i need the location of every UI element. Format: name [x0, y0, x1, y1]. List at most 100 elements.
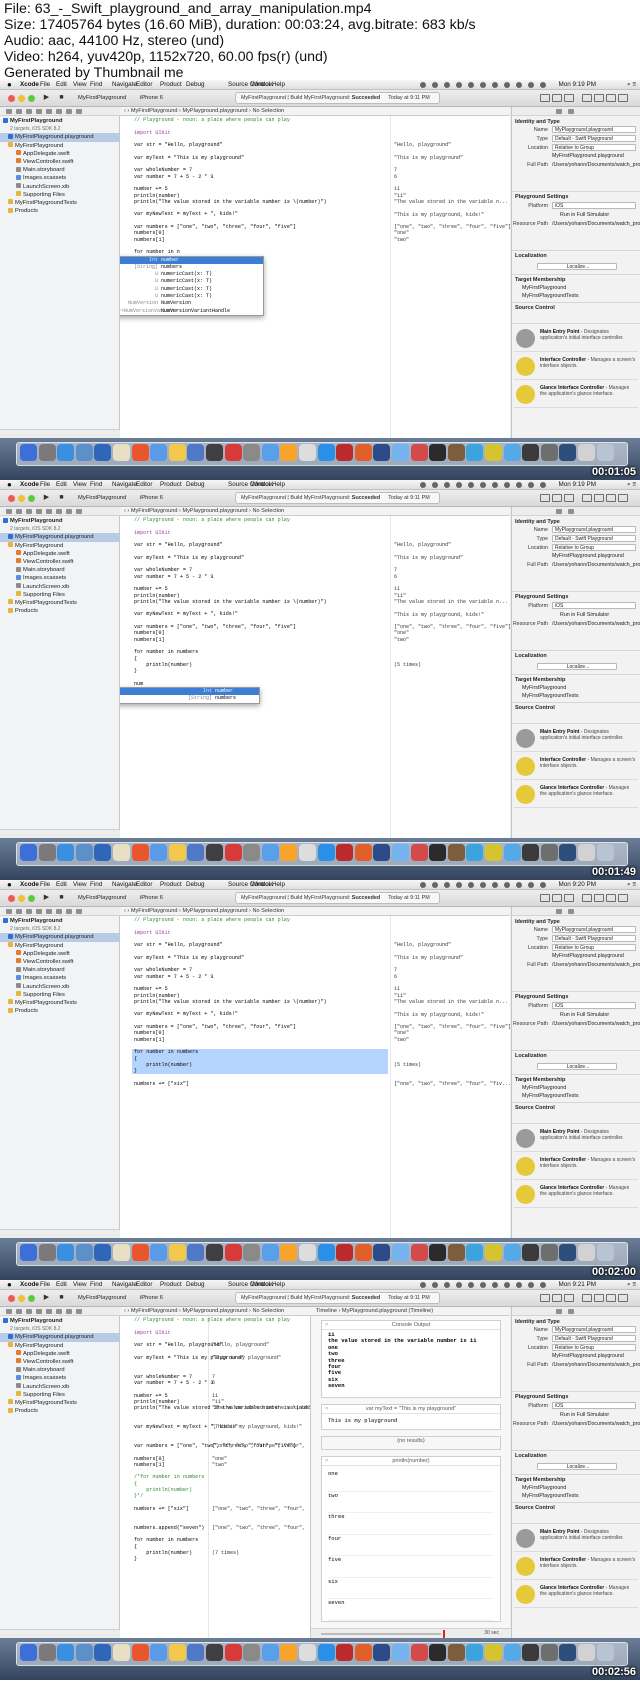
editor-mode-icon[interactable]	[540, 94, 550, 102]
dock-app-icon[interactable]	[373, 444, 391, 461]
menu-item[interactable]: Product	[160, 480, 182, 490]
dock-app-icon[interactable]	[540, 1244, 558, 1261]
dock-app-icon[interactable]	[559, 1644, 577, 1661]
navigator-item[interactable]: MyFirstPlayground	[0, 1342, 120, 1350]
menu-item[interactable]: Find	[90, 80, 102, 90]
inspector-tab-icon[interactable]	[556, 509, 562, 514]
dock-app-icon[interactable]	[168, 1244, 186, 1261]
dock-app-icon[interactable]	[559, 1244, 577, 1261]
autocomplete-item[interactable]: Int number	[120, 256, 263, 264]
dock-app-icon[interactable]	[280, 1644, 298, 1661]
dock-app-icon[interactable]	[485, 1244, 502, 1261]
close-window-icon[interactable]	[8, 95, 15, 102]
result-value[interactable]: 6	[394, 574, 397, 580]
dock-app-icon[interactable]	[150, 1244, 168, 1261]
status-icon[interactable]	[528, 482, 534, 488]
status-icon[interactable]	[480, 482, 486, 488]
platform-select[interactable]: iOS	[552, 602, 636, 609]
menu-item[interactable]: File	[40, 80, 50, 90]
jump-project[interactable]: MyFirstPlayground	[131, 108, 178, 114]
dock-app-icon[interactable]	[299, 1244, 316, 1261]
device-selector[interactable]: iPhone 6	[140, 493, 163, 503]
target-membership-2[interactable]: MyFirstPlaygroundTests	[522, 1493, 579, 1499]
status-icon[interactable]	[480, 1282, 486, 1288]
menu-item[interactable]: File	[40, 880, 50, 890]
navigator-tab-icon[interactable]	[16, 109, 22, 114]
navigator-item[interactable]: ViewController.swift	[0, 1358, 120, 1366]
navigator-tab-icon[interactable]	[56, 109, 62, 114]
dock-app-icon[interactable]	[57, 1644, 75, 1661]
result-value[interactable]: ["one", "two", "three", "four", "five"]	[394, 224, 510, 230]
navigator-tab-icon[interactable]	[56, 509, 62, 514]
dock-app-icon[interactable]	[224, 844, 242, 861]
navigator-item[interactable]: MyFirstPlaygroundTests	[0, 999, 120, 1007]
status-icon[interactable]	[516, 882, 522, 888]
code-line[interactable]: println("The value stored in the variabl…	[134, 199, 327, 205]
close-window-icon[interactable]	[8, 1295, 15, 1302]
stop-icon[interactable]: ■	[56, 1293, 67, 1303]
menu-item[interactable]: Navigate	[112, 480, 137, 490]
jump-project[interactable]: MyFirstPlayground	[131, 908, 178, 914]
jump-file[interactable]: MyPlayground.playground	[182, 908, 247, 914]
dock-app-icon[interactable]	[131, 1244, 149, 1261]
nav-arrows-icon[interactable]: ‹ ›	[124, 908, 131, 914]
result-value[interactable]: "The value stored in the variable n...	[394, 199, 508, 205]
dock-app-icon[interactable]	[168, 444, 186, 461]
navigator-tab-icon[interactable]	[46, 909, 52, 914]
inspector-tab-icon[interactable]	[556, 909, 562, 914]
editor-mode-icon[interactable]	[564, 1294, 574, 1302]
dock-app-icon[interactable]	[336, 1244, 354, 1261]
dock-app-icon[interactable]	[466, 1644, 484, 1661]
dock-app-icon[interactable]	[596, 1244, 614, 1261]
menu-item[interactable]: Navigate	[112, 880, 137, 890]
navigator-item[interactable]: Supporting Files	[0, 191, 120, 199]
type-select[interactable]: Default - Swift Playground	[552, 535, 636, 542]
result-value[interactable]: ["one", "two", "three", "four", "five"]	[212, 1443, 308, 1449]
navigator-tab-icon[interactable]	[6, 109, 12, 114]
dock-app-icon[interactable]	[596, 1644, 614, 1661]
dock-app-icon[interactable]	[522, 444, 540, 461]
navigator-tab-icon[interactable]	[56, 909, 62, 914]
dock-app-icon[interactable]	[20, 1644, 37, 1661]
autocomplete-item[interactable]: UnsafeMutablePointer<NumVersionVariant>N…	[120, 308, 263, 315]
dock-app-icon[interactable]	[485, 1644, 502, 1661]
status-icon[interactable]	[468, 882, 474, 888]
editor-mode-icon[interactable]	[564, 94, 574, 102]
dock-app-icon[interactable]	[187, 1644, 205, 1661]
type-select[interactable]: Default - Swift Playground	[552, 935, 636, 942]
navigator-item[interactable]: MyFirstPlaygroundTests	[0, 1399, 120, 1407]
nav-arrows-icon[interactable]: ‹ ›	[124, 108, 131, 114]
editor-mode-icon[interactable]	[552, 1294, 562, 1302]
inspector-tab-icon[interactable]	[568, 1309, 574, 1314]
autocomplete-item[interactable]: UnumericCast(x: T)	[120, 278, 263, 285]
dock-app-icon[interactable]	[38, 844, 56, 861]
menu-app-xcode[interactable]: Xcode	[20, 80, 39, 90]
editor-mode-icon[interactable]	[540, 1294, 550, 1302]
dock-app-icon[interactable]	[299, 1644, 316, 1661]
object-library-item[interactable]: Main Entry Point - Designates applicatio…	[514, 326, 638, 352]
object-library-item[interactable]: Interface Controller - Manages a screen'…	[514, 754, 638, 780]
dock-app-icon[interactable]	[392, 1644, 409, 1661]
timeline-tab[interactable]: Timeline	[316, 1308, 337, 1314]
device-selector[interactable]: iPhone 6	[140, 893, 163, 903]
spotlight-icon[interactable]: ⌕ ≡	[627, 480, 636, 490]
dock-app-icon[interactable]	[429, 1244, 447, 1261]
apple-icon[interactable]: ●	[7, 880, 12, 890]
menu-item[interactable]: Window	[251, 1280, 273, 1290]
dock-app-icon[interactable]	[354, 444, 372, 461]
jump-selection[interactable]: No Selection	[252, 1308, 284, 1314]
result-value[interactable]: ["one", "two", "three", "four", "five"]	[394, 624, 510, 630]
status-icon[interactable]	[540, 82, 546, 88]
navigator-tab-icon[interactable]	[26, 909, 32, 914]
navigator-tab-icon[interactable]	[6, 509, 12, 514]
menu-clock[interactable]: Mon 9:19 PM	[559, 80, 596, 90]
panel-toggle-icon[interactable]	[594, 894, 604, 902]
jump-selection[interactable]: No Selection	[252, 508, 284, 514]
menu-item[interactable]: Help	[272, 80, 285, 90]
dock-app-icon[interactable]	[485, 444, 502, 461]
run-full-simulator-checkbox[interactable]: Run in Full Simulator	[552, 1412, 609, 1418]
menu-item[interactable]: Find	[90, 1280, 102, 1290]
dock-app-icon[interactable]	[410, 844, 428, 861]
dock-app-icon[interactable]	[578, 844, 595, 861]
scheme-selector[interactable]: MyFirstPlayground	[78, 893, 126, 903]
